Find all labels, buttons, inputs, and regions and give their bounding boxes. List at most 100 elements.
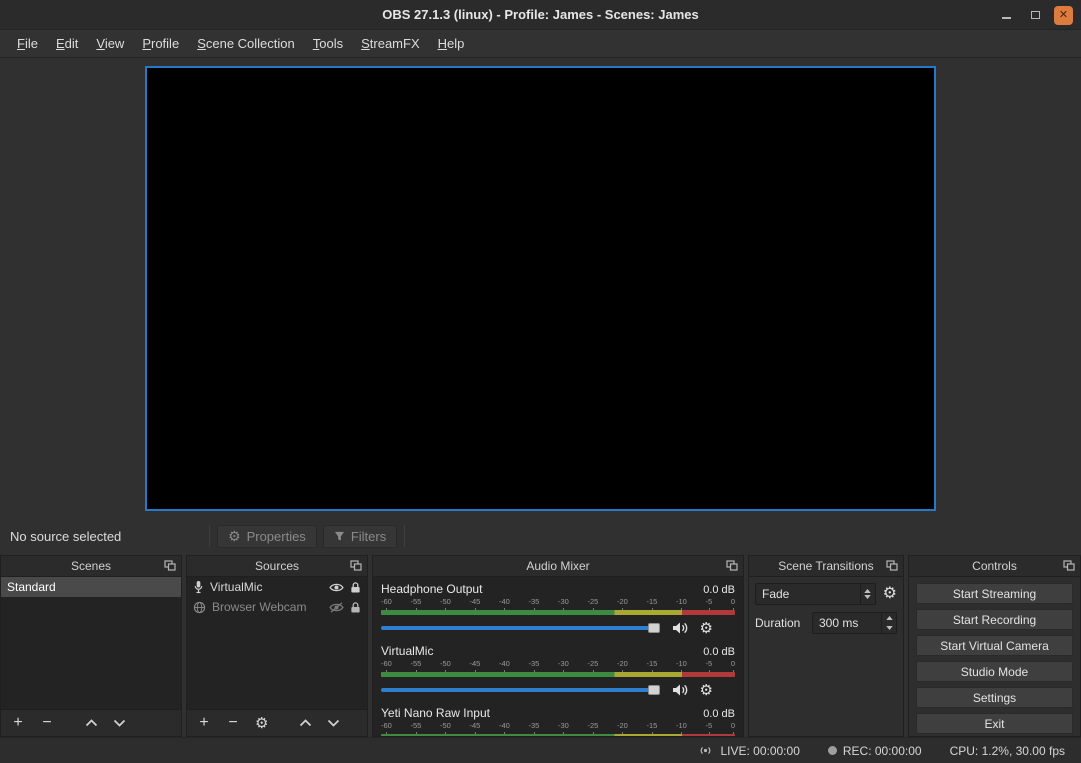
menu-bar: File Edit View Profile Scene Collection …: [0, 30, 1081, 58]
filters-label: Filters: [351, 529, 386, 544]
remove-source-button[interactable]: −: [226, 715, 240, 731]
filters-button[interactable]: Filters: [323, 525, 397, 548]
scene-transitions-body: Fade ⚙ Duration 300 ms: [749, 577, 903, 736]
tick-label: -30: [558, 722, 569, 732]
gear-icon[interactable]: ⚙: [700, 683, 713, 698]
tick-label: -5: [706, 660, 713, 670]
move-source-down-button[interactable]: [327, 719, 340, 727]
channel-name: Yeti Nano Raw Input: [381, 706, 490, 720]
channel-level: 0.0 dB: [703, 646, 735, 658]
start-streaming-button[interactable]: Start Streaming: [916, 583, 1073, 604]
lock-icon[interactable]: [350, 581, 361, 594]
move-scene-down-button[interactable]: [113, 719, 126, 727]
start-recording-button[interactable]: Start Recording: [916, 609, 1073, 630]
tick-label: -40: [499, 598, 510, 608]
live-time: LIVE: 00:00:00: [720, 744, 799, 758]
move-source-up-button[interactable]: [299, 719, 312, 727]
properties-button[interactable]: ⚙ Properties: [217, 525, 317, 548]
tick-label: -5: [706, 722, 713, 732]
lock-icon[interactable]: [350, 601, 361, 614]
sources-header[interactable]: Sources: [187, 556, 367, 577]
controls-body: Start Streaming Start Recording Start Vi…: [909, 577, 1080, 736]
duration-spinbox[interactable]: 300 ms: [812, 612, 897, 634]
add-source-button[interactable]: +: [197, 715, 211, 731]
audio-mixer-body: Headphone Output 0.0 dB -60-55-50-45-40-…: [373, 577, 743, 736]
source-name: VirtualMic: [210, 580, 323, 594]
volume-meter: [381, 672, 735, 677]
speaker-icon[interactable]: [672, 621, 688, 635]
duration-increase-button[interactable]: [882, 613, 896, 623]
menu-file[interactable]: File: [8, 32, 47, 55]
visibility-eye-slash-icon[interactable]: [329, 602, 344, 613]
controls-header[interactable]: Controls: [909, 556, 1080, 577]
popout-icon[interactable]: [350, 560, 362, 571]
scene-item-standard[interactable]: Standard: [1, 577, 181, 597]
popout-icon[interactable]: [886, 560, 898, 571]
volume-slider[interactable]: [381, 688, 660, 692]
tick-label: -15: [647, 660, 658, 670]
audio-mixer-header[interactable]: Audio Mixer: [373, 556, 743, 577]
studio-mode-button[interactable]: Studio Mode: [916, 661, 1073, 682]
menu-tools[interactable]: Tools: [304, 32, 352, 55]
duration-spin-buttons: [881, 613, 896, 633]
close-button[interactable]: ✕: [1054, 6, 1073, 25]
tick-label: 0: [731, 598, 735, 608]
popout-icon[interactable]: [164, 560, 176, 571]
scenes-panel: Scenes Standard + −: [0, 555, 182, 737]
duration-decrease-button[interactable]: [882, 623, 896, 633]
tick-label: -40: [499, 722, 510, 732]
tick-label: -35: [529, 722, 540, 732]
slider-handle[interactable]: [648, 623, 660, 633]
popout-icon[interactable]: [1063, 560, 1075, 571]
tick-label: -30: [558, 660, 569, 670]
tick-label: -55: [411, 722, 422, 732]
meter-scale: -60-55-50-45-40-35-30-25-20-15-10-50: [381, 660, 735, 670]
tick-label: -50: [440, 722, 451, 732]
menu-streamfx[interactable]: StreamFX: [352, 32, 429, 55]
minimize-button[interactable]: [996, 5, 1016, 25]
scene-transitions-header[interactable]: Scene Transitions: [749, 556, 903, 577]
volume-meter: [381, 610, 735, 615]
channel-name: Headphone Output: [381, 582, 482, 596]
tick-label: -60: [381, 722, 392, 732]
transition-select[interactable]: Fade: [755, 583, 876, 605]
tick-label: -45: [470, 722, 481, 732]
menu-edit[interactable]: Edit: [47, 32, 87, 55]
source-item-virtualmic[interactable]: VirtualMic: [187, 577, 367, 597]
filter-icon: [334, 531, 345, 542]
scenes-header[interactable]: Scenes: [1, 556, 181, 577]
visibility-eye-icon[interactable]: [329, 582, 344, 593]
combo-arrows-icon: [860, 584, 875, 604]
mixer-channel-yeti-nano: Yeti Nano Raw Input 0.0 dB -60 -55 -50 -45 -…: [381, 706, 735, 736]
titlebar[interactable]: OBS 27.1.3 (linux) - Profile: James - Sc…: [0, 0, 1081, 30]
start-virtual-camera-button[interactable]: Start Virtual Camera: [916, 635, 1073, 656]
menu-help[interactable]: Help: [429, 32, 474, 55]
popout-icon[interactable]: [726, 560, 738, 571]
menu-view[interactable]: View: [87, 32, 133, 55]
transition-properties-gear-icon[interactable]: ⚙: [883, 586, 897, 602]
speaker-icon[interactable]: [672, 683, 688, 697]
tick-label: -40: [499, 660, 510, 670]
exit-button[interactable]: Exit: [916, 713, 1073, 734]
maximize-button[interactable]: [1025, 5, 1045, 25]
tick-label: -25: [588, 660, 599, 670]
source-properties-gear-icon[interactable]: ⚙: [255, 716, 268, 731]
volume-slider[interactable]: [381, 626, 660, 630]
gear-icon[interactable]: ⚙: [700, 621, 713, 636]
move-scene-up-button[interactable]: [85, 719, 98, 727]
channel-level: 0.0 dB: [703, 708, 735, 720]
controls-title: Controls: [972, 559, 1017, 573]
add-scene-button[interactable]: +: [11, 715, 25, 731]
menu-scene-collection[interactable]: Scene Collection: [188, 32, 304, 55]
settings-button[interactable]: Settings: [916, 687, 1073, 708]
status-bar: LIVE: 00:00:00 REC: 00:00:00 CPU: 1.2%, …: [0, 737, 1081, 763]
tick-label: -5: [706, 598, 713, 608]
window-title: OBS 27.1.3 (linux) - Profile: James - Sc…: [382, 7, 698, 22]
channel-name: VirtualMic: [381, 644, 433, 658]
source-item-browser-webcam[interactable]: Browser Webcam: [187, 597, 367, 617]
menu-profile[interactable]: Profile: [133, 32, 188, 55]
remove-scene-button[interactable]: −: [40, 715, 54, 731]
preview-canvas[interactable]: [145, 66, 936, 511]
scenes-title: Scenes: [71, 559, 111, 573]
slider-handle[interactable]: [648, 685, 660, 695]
